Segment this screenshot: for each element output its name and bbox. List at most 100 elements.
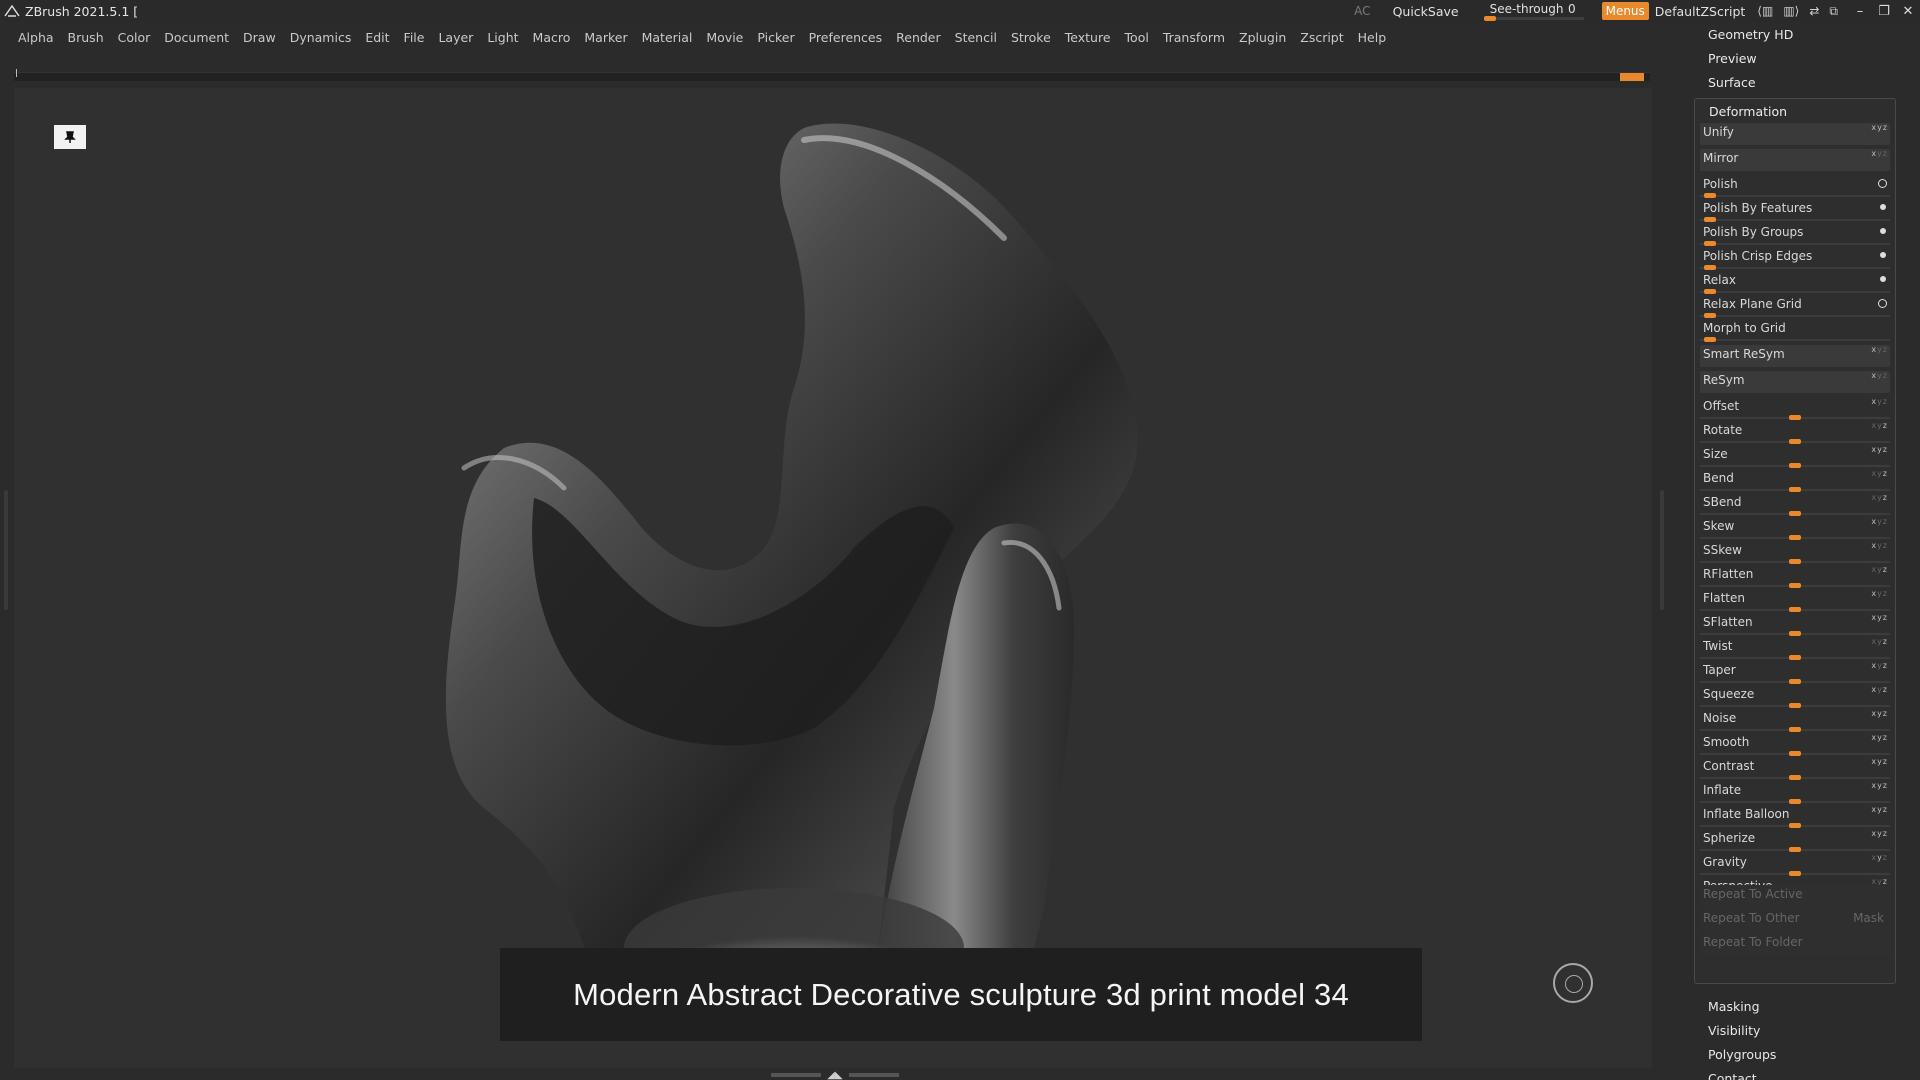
offset-axis-toggles[interactable]: xyz <box>1871 397 1888 406</box>
menu-texture[interactable]: Texture <box>1065 30 1111 45</box>
polish-slider[interactable]: Polish <box>1700 175 1890 198</box>
morph-to-grid-slider[interactable]: Morph to Grid <box>1700 319 1890 342</box>
bend-knob[interactable] <box>1789 487 1801 492</box>
sskew-slider[interactable]: SSkew xyz <box>1700 541 1890 564</box>
inflate-balloon-axis-z[interactable]: z <box>1883 805 1888 814</box>
menu-stroke[interactable]: Stroke <box>1011 30 1051 45</box>
minimize-icon[interactable]: – <box>1848 4 1872 19</box>
resym-button[interactable]: ReSym xyz <box>1700 371 1890 393</box>
swap-ui-icon[interactable]: ⇄ <box>1809 4 1819 18</box>
menu-draw[interactable]: Draw <box>243 30 276 45</box>
unify-button[interactable]: Unify xyz <box>1700 123 1890 145</box>
smart-resym-button[interactable]: Smart ReSym xyz <box>1700 345 1890 367</box>
menu-material[interactable]: Material <box>642 30 693 45</box>
polish-by-groups-dot-icon[interactable] <box>1880 228 1886 234</box>
navigation-gizmo-icon[interactable] <box>1553 963 1593 1003</box>
flatten-axis-z[interactable]: z <box>1883 589 1888 598</box>
section-polygroups[interactable]: Polygroups <box>1690 1042 1920 1066</box>
timeline-handle[interactable] <box>1620 73 1644 81</box>
smooth-axis-toggles[interactable]: xyz <box>1871 733 1888 742</box>
repeat-to-active-button[interactable]: Repeat To Active <box>1700 885 1890 907</box>
size-slider[interactable]: Size xyz <box>1700 445 1890 468</box>
section-contact[interactable]: Contact <box>1690 1066 1920 1080</box>
section-masking[interactable]: Masking <box>1690 994 1920 1018</box>
spherize-axis-z[interactable]: z <box>1883 829 1888 838</box>
inflate-knob[interactable] <box>1789 799 1801 804</box>
resym-axis-toggles[interactable]: xyz <box>1871 371 1888 380</box>
taper-axis-z[interactable]: z <box>1883 661 1888 670</box>
sflatten-axis-toggles[interactable]: xyz <box>1871 613 1888 622</box>
size-axis-toggles[interactable]: xyz <box>1871 445 1888 454</box>
bend-axis-z[interactable]: z <box>1883 469 1888 478</box>
restore-icon[interactable]: ❐ <box>1872 4 1896 19</box>
sflatten-axis-z[interactable]: z <box>1883 613 1888 622</box>
rotate-slider[interactable]: Rotate xyz <box>1700 421 1890 444</box>
morph-to-grid-knob[interactable] <box>1704 337 1716 342</box>
polish-ring-icon[interactable] <box>1878 179 1887 188</box>
inflate-balloon-axis-toggles[interactable]: xyz <box>1871 805 1888 814</box>
mask-toggle[interactable]: Mask <box>1853 911 1884 925</box>
see-through-knob[interactable] <box>1483 16 1496 21</box>
squeeze-slider[interactable]: Squeeze xyz <box>1700 685 1890 708</box>
window-layout-icon[interactable]: ⧉ <box>1829 4 1838 19</box>
skew-axis-z[interactable]: z <box>1883 517 1888 526</box>
sbend-axis-toggles[interactable]: xyz <box>1871 493 1888 502</box>
bottom-tray-handle[interactable]: ◢◣ <box>770 1070 900 1080</box>
sskew-axis-toggles[interactable]: xyz <box>1871 541 1888 550</box>
mirror-button[interactable]: Mirror xyz <box>1700 149 1890 171</box>
menu-zscript[interactable]: Zscript <box>1300 30 1343 45</box>
menu-macro[interactable]: Macro <box>533 30 571 45</box>
layout-right-icon[interactable]: ▥⟩ <box>1783 4 1799 18</box>
menus-toggle[interactable]: Menus <box>1601 2 1649 20</box>
contrast-knob[interactable] <box>1789 775 1801 780</box>
twist-slider[interactable]: Twist xyz <box>1700 637 1890 660</box>
ac-label[interactable]: AC <box>1354 4 1370 18</box>
offset-axis-z[interactable]: z <box>1883 397 1888 406</box>
section-preview[interactable]: Preview <box>1690 46 1920 70</box>
noise-axis-z[interactable]: z <box>1883 709 1888 718</box>
squeeze-axis-toggles[interactable]: xyz <box>1871 685 1888 694</box>
menu-brush[interactable]: Brush <box>68 30 104 45</box>
flatten-axis-toggles[interactable]: xyz <box>1871 589 1888 598</box>
gravity-slider[interactable]: Gravity xyz <box>1700 853 1890 876</box>
twist-axis-toggles[interactable]: xyz <box>1871 637 1888 646</box>
menu-help[interactable]: Help <box>1358 30 1387 45</box>
inflate-balloon-knob[interactable] <box>1789 823 1801 828</box>
taper-axis-toggles[interactable]: xyz <box>1871 661 1888 670</box>
smooth-knob[interactable] <box>1789 751 1801 756</box>
skew-knob[interactable] <box>1789 535 1801 540</box>
polish-by-groups-knob[interactable] <box>1704 241 1716 246</box>
smart-resym-axis-z[interactable]: z <box>1883 345 1888 354</box>
skew-axis-toggles[interactable]: xyz <box>1871 517 1888 526</box>
rotate-axis-z[interactable]: z <box>1883 421 1888 430</box>
repeat-to-folder-button[interactable]: Repeat To Folder <box>1700 933 1890 955</box>
section-surface[interactable]: Surface <box>1690 70 1920 94</box>
squeeze-knob[interactable] <box>1789 703 1801 708</box>
sbend-slider[interactable]: SBend xyz <box>1700 493 1890 516</box>
polish-by-features-dot-icon[interactable] <box>1880 204 1886 210</box>
left-tray-handle[interactable] <box>4 490 8 610</box>
spherize-axis-toggles[interactable]: xyz <box>1871 829 1888 838</box>
gravity-knob[interactable] <box>1789 871 1801 876</box>
menu-file[interactable]: File <box>404 30 425 45</box>
polish-by-features-knob[interactable] <box>1704 217 1716 222</box>
menu-stencil[interactable]: Stencil <box>955 30 997 45</box>
relax-knob[interactable] <box>1704 289 1716 294</box>
spherize-knob[interactable] <box>1789 847 1801 852</box>
inflate-slider[interactable]: Inflate xyz <box>1700 781 1890 804</box>
inflate-axis-z[interactable]: z <box>1883 781 1888 790</box>
mirror-axis-z[interactable]: z <box>1883 149 1888 158</box>
polish-by-features-slider[interactable]: Polish By Features <box>1700 199 1890 222</box>
rotate-axis-toggles[interactable]: xyz <box>1871 421 1888 430</box>
menu-zplugin[interactable]: Zplugin <box>1239 30 1286 45</box>
flatten-knob[interactable] <box>1789 607 1801 612</box>
polish-crisp-edges-knob[interactable] <box>1704 265 1716 270</box>
gravity-axis-z[interactable]: z <box>1883 853 1888 862</box>
section-visibility[interactable]: Visibility <box>1690 1018 1920 1042</box>
smooth-slider[interactable]: Smooth xyz <box>1700 733 1890 756</box>
sflatten-slider[interactable]: SFlatten xyz <box>1700 613 1890 636</box>
contrast-axis-toggles[interactable]: xyz <box>1871 757 1888 766</box>
contrast-slider[interactable]: Contrast xyz <box>1700 757 1890 780</box>
default-zscript-button[interactable]: DefaultZScript <box>1655 4 1746 19</box>
menu-light[interactable]: Light <box>487 30 518 45</box>
